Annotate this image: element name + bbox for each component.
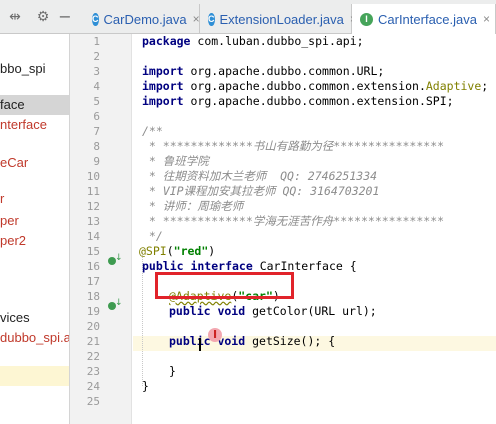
line-number: 24 bbox=[86, 380, 100, 393]
code-editor[interactable]: package com.luban.dubbo_spi.api; import … bbox=[133, 34, 496, 424]
text-cursor bbox=[199, 338, 201, 351]
line-number: 1 bbox=[93, 35, 100, 48]
tree-item-carinterface[interactable]: face bbox=[0, 95, 25, 115]
line-number: 22 bbox=[86, 350, 100, 363]
mouse-cursor-icon: I bbox=[208, 328, 222, 342]
tab-carinterface[interactable]: I CarInterface.java × bbox=[352, 4, 496, 34]
line-number: 14 bbox=[86, 230, 100, 243]
code-line-24: } bbox=[142, 379, 149, 393]
code-line-15: @SPI("red") bbox=[139, 244, 216, 258]
divider-icon[interactable]: ⇹ bbox=[6, 8, 24, 26]
tree-item-interface[interactable]: nterface bbox=[0, 115, 47, 135]
tree-item-wrapper2[interactable]: per2 bbox=[0, 231, 26, 251]
tab-cardemo[interactable]: C CarDemo.java × bbox=[84, 4, 200, 34]
line-number: 3 bbox=[93, 65, 100, 78]
close-icon[interactable]: × bbox=[483, 12, 490, 26]
code-line-21: public void getSize(); { bbox=[169, 334, 336, 348]
line-number: 20 bbox=[86, 320, 100, 333]
line-number: 4 bbox=[93, 80, 100, 93]
minimize-icon[interactable]: − bbox=[56, 8, 74, 26]
line-number: 25 bbox=[86, 395, 100, 408]
code-line-23: } bbox=[169, 364, 176, 378]
code-line-4: import org.apache.dubbo.common.extension… bbox=[142, 79, 489, 93]
editor-tab-bar: ⇹ ⚙ − C CarDemo.java × C ExtensionLoader… bbox=[0, 0, 496, 34]
hover-row-highlight bbox=[0, 366, 69, 386]
line-number: 18 bbox=[86, 290, 100, 303]
code-line-13: * *************学海无涯苦作舟**************** bbox=[142, 214, 445, 228]
code-line-7: /** bbox=[142, 124, 163, 138]
line-number: 12 bbox=[86, 200, 100, 213]
line-number: 19 bbox=[86, 305, 100, 318]
line-number: 11 bbox=[86, 185, 100, 198]
line-number-gutter: 1 2 3 4 5 6 7 8 9 10 11 12 13 14 15 16 1… bbox=[70, 34, 132, 424]
line-number: 10 bbox=[86, 170, 100, 183]
tab-extensionloader[interactable]: C ExtensionLoader.java × bbox=[200, 4, 357, 34]
tree-item-car[interactable]: eCar bbox=[0, 153, 28, 173]
implemented-icon[interactable]: ↓ bbox=[108, 253, 123, 267]
tab-label: CarInterface.java bbox=[378, 11, 477, 27]
project-tree: bbo_spi face nterface eCar r per per2 vi… bbox=[0, 34, 70, 424]
code-line-19: public void getColor(URL url); bbox=[169, 304, 377, 318]
class-icon: C bbox=[208, 12, 215, 26]
line-number: 8 bbox=[93, 140, 100, 153]
tab-label: CarDemo.java bbox=[103, 11, 187, 27]
line-number: 6 bbox=[93, 110, 100, 123]
line-number: 13 bbox=[86, 215, 100, 228]
line-number: 16 bbox=[86, 260, 100, 273]
tab-label: ExtensionLoader.java bbox=[219, 11, 344, 27]
line-number: 23 bbox=[86, 365, 100, 378]
class-icon: C bbox=[92, 12, 99, 26]
tree-item-services[interactable]: vices bbox=[0, 308, 30, 328]
code-line-10: * 往期资料加木兰老师 QQ: 2746251334 bbox=[142, 169, 378, 183]
close-icon[interactable]: × bbox=[193, 12, 200, 26]
tree-item-services-file[interactable]: dubbo_spi.a bbox=[0, 328, 69, 348]
tree-item-module[interactable]: bbo_spi bbox=[0, 59, 46, 79]
annotation-highlight-box bbox=[155, 272, 294, 299]
line-number: 21 bbox=[86, 335, 100, 348]
line-number: 9 bbox=[93, 155, 100, 168]
code-line-14: */ bbox=[142, 229, 163, 243]
line-number: 7 bbox=[93, 125, 100, 138]
interface-icon: I bbox=[360, 12, 373, 26]
tree-item-wrapper[interactable]: per bbox=[0, 211, 19, 231]
code-line-12: * 讲师：周瑜老师 bbox=[142, 199, 244, 213]
tree-item-r[interactable]: r bbox=[0, 189, 4, 209]
code-line-5: import org.apache.dubbo.common.extension… bbox=[142, 94, 454, 108]
line-number: 5 bbox=[93, 95, 100, 108]
code-line-1: package com.luban.dubbo_spi.api; bbox=[142, 34, 364, 48]
code-line-11: * VIP课程加安其拉老师 QQ: 3164703201 bbox=[142, 184, 380, 198]
line-number: 2 bbox=[93, 50, 100, 63]
code-line-9: * 鲁班学院 bbox=[142, 154, 209, 168]
line-number: 15 bbox=[86, 245, 100, 258]
gear-icon[interactable]: ⚙ bbox=[34, 8, 52, 26]
code-line-3: import org.apache.dubbo.common.URL; bbox=[142, 64, 385, 78]
code-line-8: * *************书山有路勤为径**************** bbox=[142, 139, 445, 153]
line-number: 17 bbox=[86, 275, 100, 288]
implemented-icon[interactable]: ↓ bbox=[108, 298, 123, 312]
